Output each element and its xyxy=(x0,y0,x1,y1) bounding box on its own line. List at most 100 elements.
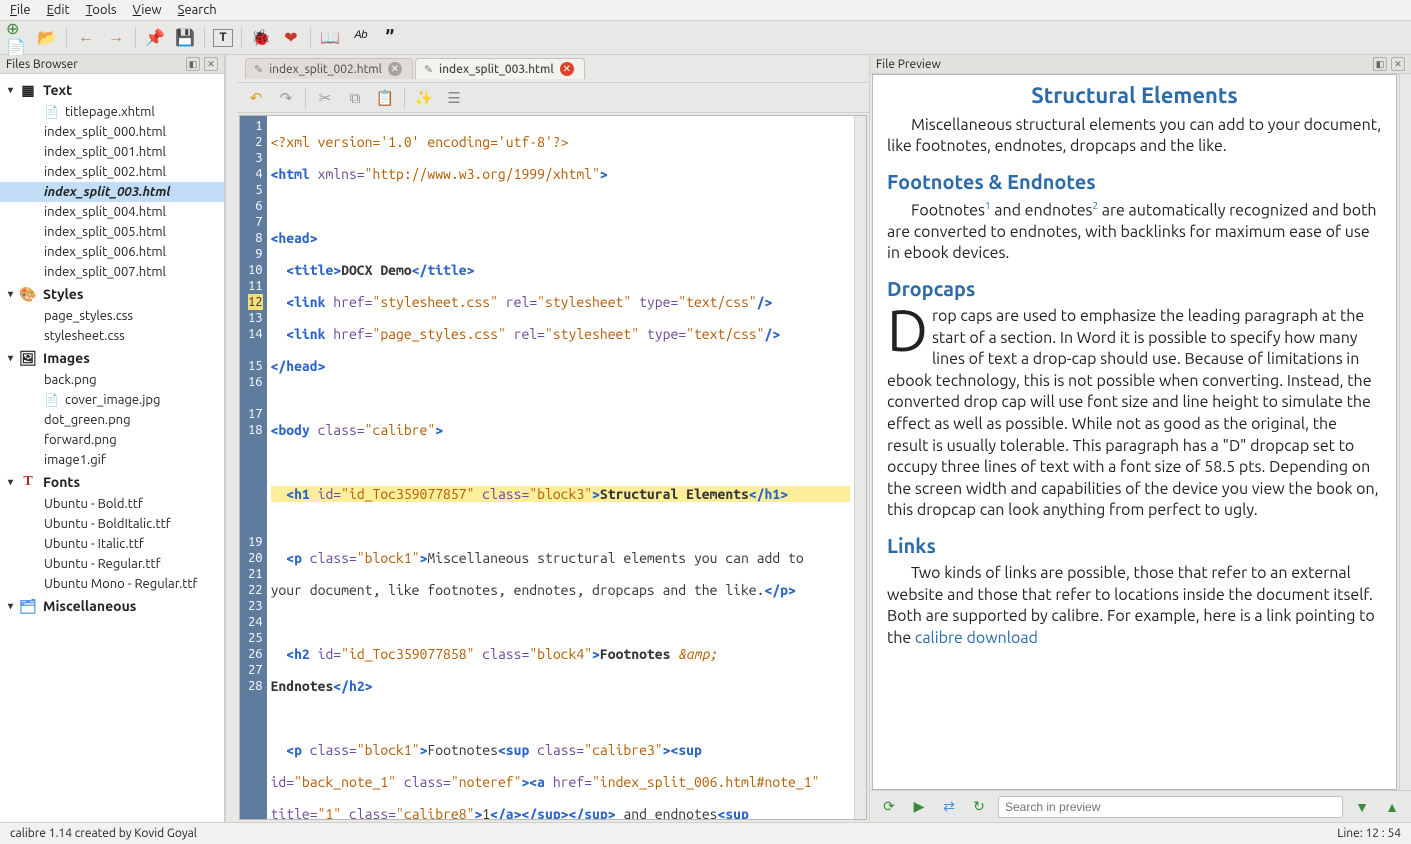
preview-h2: Links xyxy=(887,532,1382,559)
paste-icon[interactable]: 📋 xyxy=(374,87,396,109)
redo-icon[interactable]: ↷ xyxy=(275,87,297,109)
preview-content[interactable]: Structural Elements Miscellaneous struct… xyxy=(872,74,1397,790)
forward-icon[interactable]: → xyxy=(105,27,127,49)
open-book-icon[interactable]: 📂 xyxy=(36,27,58,49)
menu-edit[interactable]: Edit xyxy=(47,3,70,17)
line-gutter: 1234567891011121314 1516 1718 1920212223… xyxy=(240,116,267,819)
file-item[interactable]: 📄cover_image.jpg xyxy=(0,390,224,410)
editor-scrollbar[interactable] xyxy=(854,116,866,819)
back-icon[interactable]: ← xyxy=(75,27,97,49)
toc-icon[interactable]: T xyxy=(213,29,233,47)
file-item[interactable]: index_split_001.html xyxy=(0,142,224,162)
smart-icon[interactable]: ✨ xyxy=(413,87,435,109)
menu-view[interactable]: View xyxy=(133,3,162,17)
file-item[interactable]: index_split_005.html xyxy=(0,222,224,242)
file-item[interactable]: back.png xyxy=(0,370,224,390)
preview-h2: Dropcaps xyxy=(887,275,1382,302)
file-item[interactable]: 📄titlepage.xhtml xyxy=(0,102,224,122)
menu-tools[interactable]: Tools xyxy=(86,3,117,17)
bug-icon[interactable]: 🐞 xyxy=(250,27,272,49)
pin-icon[interactable]: 📌 xyxy=(144,27,166,49)
format-icon[interactable]: ☰ xyxy=(443,87,465,109)
sidebar-scrollbar[interactable] xyxy=(225,55,237,822)
category-images[interactable]: ▾🖼Images xyxy=(0,346,224,370)
copy-icon[interactable]: ⧉ xyxy=(344,87,366,109)
file-item[interactable]: Ubuntu - BoldItalic.ttf xyxy=(0,514,224,534)
status-left: calibre 1.14 created by Kovid Goyal xyxy=(10,827,197,840)
tab-label: index_split_002.html xyxy=(269,63,382,76)
menu-file[interactable]: File xyxy=(10,3,31,17)
spellcheck-icon[interactable]: ᴬᵇ xyxy=(349,27,371,49)
panel-title-text: File Preview xyxy=(876,58,941,71)
search-input[interactable] xyxy=(998,796,1343,818)
dropcap: D xyxy=(887,306,932,354)
book-icon[interactable]: 📖 xyxy=(319,27,341,49)
file-item[interactable]: index_split_004.html xyxy=(0,202,224,222)
files-browser-panel: Files Browser ◧ ✕ ▾▦Text 📄titlepage.xhtm… xyxy=(0,55,225,822)
category-text[interactable]: ▾▦Text xyxy=(0,78,224,102)
file-item[interactable]: index_split_002.html xyxy=(0,162,224,182)
main-toolbar: ⊕📄 📂 ← → 📌 💾 T 🐞 ❤ 📖 ᴬᵇ ” xyxy=(0,21,1411,55)
panel-undock-icon[interactable]: ◧ xyxy=(186,57,200,71)
file-item[interactable]: forward.png xyxy=(0,430,224,450)
file-item[interactable]: Ubuntu Mono - Regular.ttf xyxy=(0,574,224,594)
search-next-icon[interactable]: ▼ xyxy=(1351,796,1373,818)
play-icon[interactable]: ▶ xyxy=(908,796,930,818)
file-item[interactable]: index_split_007.html xyxy=(0,262,224,282)
file-item[interactable]: stylesheet.css xyxy=(0,326,224,346)
file-item[interactable]: dot_green.png xyxy=(0,410,224,430)
tab-close-icon[interactable]: ✕ xyxy=(388,62,402,76)
images-category-icon: 🖼 xyxy=(19,351,37,365)
menubar: File Edit Tools View Search xyxy=(0,0,1411,21)
tab-close-icon[interactable]: ✕ xyxy=(560,62,574,76)
code-editor[interactable]: 1234567891011121314 1516 1718 1920212223… xyxy=(239,115,867,820)
category-misc[interactable]: ▾🗂Miscellaneous xyxy=(0,594,224,618)
panel-undock-icon[interactable]: ◧ xyxy=(1373,57,1387,71)
undo-icon[interactable]: ↶ xyxy=(245,87,267,109)
code-content[interactable]: <?xml version='1.0' encoding='utf-8'?> <… xyxy=(267,116,854,819)
panel-title-text: Files Browser xyxy=(6,58,78,71)
reload-icon[interactable]: ↻ xyxy=(968,796,990,818)
separator xyxy=(204,28,205,48)
file-item[interactable]: index_split_006.html xyxy=(0,242,224,262)
heart-icon[interactable]: ❤ xyxy=(280,27,302,49)
styles-category-icon: 🎨 xyxy=(19,287,37,301)
separator xyxy=(404,88,405,108)
panel-close-icon[interactable]: ✕ xyxy=(1391,57,1405,71)
file-item[interactable]: image1.gif xyxy=(0,450,224,470)
misc-category-icon: 🗂 xyxy=(19,599,37,613)
refresh-icon[interactable]: ⟳ xyxy=(878,796,900,818)
files-browser-title: Files Browser ◧ ✕ xyxy=(0,55,224,74)
quote-icon[interactable]: ” xyxy=(379,27,401,49)
preview-scrollbar[interactable] xyxy=(1399,74,1411,790)
tab-active[interactable]: ✎ index_split_003.html ✕ xyxy=(415,58,585,79)
text-category-icon: ▦ xyxy=(19,83,37,97)
tab-inactive[interactable]: ✎ index_split_002.html ✕ xyxy=(245,58,413,79)
edit-icon: ✎ xyxy=(254,63,263,76)
preview-toolbar: ⟳ ▶ ⇄ ↻ ▼ ▲ xyxy=(870,790,1411,822)
separator xyxy=(241,28,242,48)
file-item[interactable]: index_split_000.html xyxy=(0,122,224,142)
panel-close-icon[interactable]: ✕ xyxy=(204,57,218,71)
cut-icon[interactable]: ✂ xyxy=(314,87,336,109)
editor-toolbar: ↶ ↷ ✂ ⧉ 📋 ✨ ☰ xyxy=(237,83,869,113)
category-fonts[interactable]: ▾TFonts xyxy=(0,470,224,494)
file-item[interactable]: Ubuntu - Bold.ttf xyxy=(0,494,224,514)
separator xyxy=(305,88,306,108)
file-item[interactable]: Ubuntu - Italic.ttf xyxy=(0,534,224,554)
menu-search[interactable]: Search xyxy=(178,3,217,17)
category-styles[interactable]: ▾🎨Styles xyxy=(0,282,224,306)
file-item[interactable]: Ubuntu - Regular.ttf xyxy=(0,554,224,574)
file-tree[interactable]: ▾▦Text 📄titlepage.xhtml index_split_000.… xyxy=(0,74,224,822)
sync-icon[interactable]: ⇄ xyxy=(938,796,960,818)
file-item[interactable]: page_styles.css xyxy=(0,306,224,326)
save-icon[interactable]: 💾 xyxy=(174,27,196,49)
file-item-selected[interactable]: index_split_003.html xyxy=(0,182,224,202)
separator xyxy=(135,28,136,48)
file-icon: 📄 xyxy=(44,106,59,119)
search-prev-icon[interactable]: ▲ xyxy=(1381,796,1403,818)
preview-link[interactable]: calibre download xyxy=(915,629,1038,647)
new-file-icon[interactable]: ⊕📄 xyxy=(6,27,28,49)
preview-paragraph: Drop caps are used to emphasize the lead… xyxy=(887,306,1382,522)
statusbar: calibre 1.14 created by Kovid Goyal Line… xyxy=(0,822,1411,844)
